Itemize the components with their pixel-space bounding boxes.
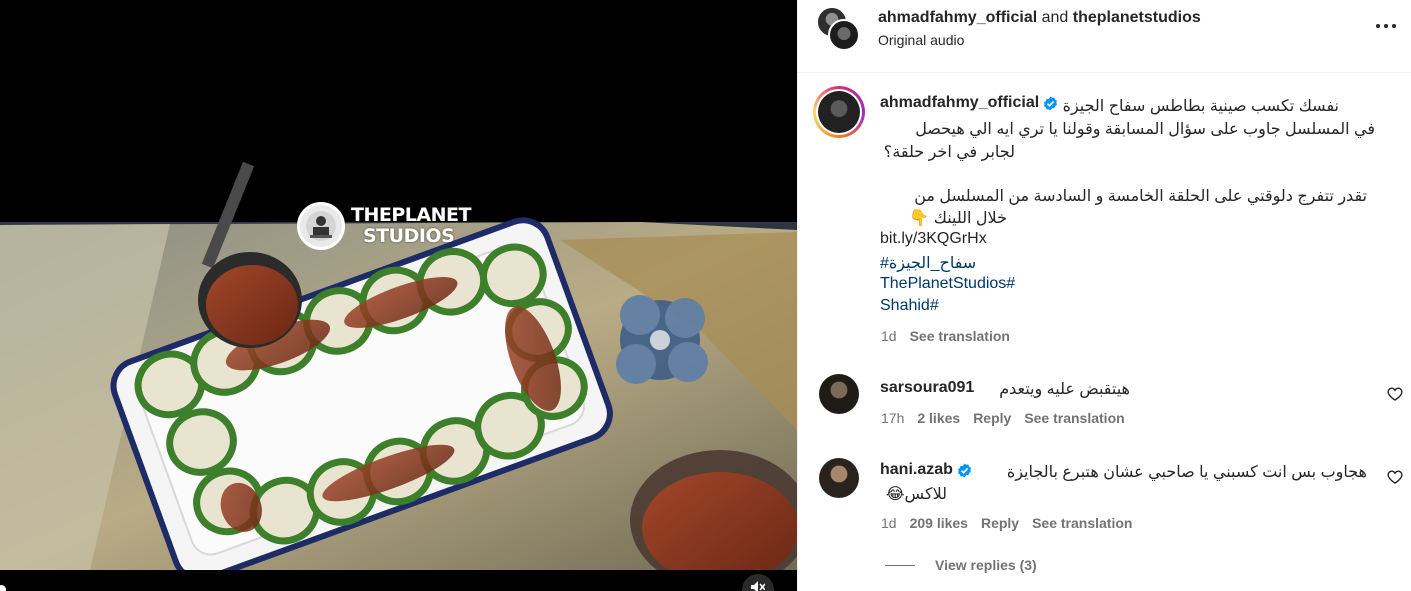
author-link[interactable]: ahmadfahmy_official (878, 9, 1037, 26)
post-details-panel: ahmadfahmy_official and theplanetstudios… (797, 0, 1411, 591)
video-player[interactable]: THEPLANET STUDIOS (0, 0, 797, 591)
divider (885, 564, 915, 566)
avatar[interactable] (819, 458, 859, 498)
caption-line: نفسك تكسب صينية بطاطس سفاح الجيزة (1062, 98, 1339, 115)
dot (1384, 24, 1388, 28)
comment-text: للاكس😂 (885, 486, 947, 503)
hashtag-link[interactable]: ThePlanetStudios# (880, 275, 1015, 293)
comment-username[interactable]: sarsoura091 (880, 379, 974, 397)
caption-line: في المسلسل جاوب على سؤال المسابقة وقولنا… (915, 121, 1375, 138)
verified-badge-icon (1044, 95, 1058, 111)
caption-link[interactable]: bit.ly/3KQGrHx (880, 230, 987, 248)
post-header: ahmadfahmy_official and theplanetstudios… (798, 0, 1411, 73)
caption-line: لجابر في اخر حلقة؟ (883, 144, 1015, 161)
avatar (818, 91, 860, 133)
heart-icon[interactable] (1387, 469, 1403, 485)
more-options-button[interactable] (1372, 16, 1400, 36)
hashtag-link[interactable]: Shahid# (880, 297, 939, 315)
heart-icon[interactable] (1387, 386, 1403, 402)
post-authors: ahmadfahmy_official and theplanetstudios (878, 8, 1201, 27)
verified-badge-icon (957, 462, 971, 478)
comment-meta: 1d 209 likes Reply See translation (881, 515, 1132, 531)
collab-avatars[interactable] (817, 7, 863, 53)
video-frame (0, 0, 797, 591)
comment-time[interactable]: 17h (881, 410, 904, 426)
see-translation-button[interactable]: See translation (1032, 515, 1132, 531)
caption-meta: 1d See translation (881, 328, 1010, 344)
reply-button[interactable]: Reply (973, 410, 1011, 426)
dot (1392, 24, 1396, 28)
avatar[interactable] (819, 374, 859, 414)
conjunction: and (1041, 9, 1069, 26)
caption-line: تقدر تتفرج دلوقتي على الحلقة الخامسة و ا… (914, 188, 1367, 205)
view-replies-label: View replies (3) (935, 557, 1037, 573)
see-translation-button[interactable]: See translation (1024, 410, 1124, 426)
caption-username[interactable]: ahmadfahmy_official (880, 94, 1039, 112)
post-time[interactable]: 1d (881, 328, 897, 344)
caption-avatar-story-ring[interactable] (813, 86, 865, 138)
likes-count[interactable]: 209 likes (910, 515, 968, 531)
audio-link[interactable]: Original audio (878, 32, 964, 48)
comment-text: هجاوب بس انت كسبني يا صاحبي عشان هتبرع ب… (1006, 464, 1367, 481)
comment-text: هيتقبض عليه ويتعدم (999, 381, 1130, 398)
likes-count[interactable]: 2 likes (917, 410, 960, 426)
hashtag-link[interactable]: #سفاح_الجيزة (880, 253, 976, 273)
see-translation-button[interactable]: See translation (910, 328, 1010, 344)
comment-meta: 17h 2 likes Reply See translation (881, 410, 1125, 426)
watermark-line2: STUDIOS (363, 225, 455, 247)
caption-line: خلال اللينك 👇 (909, 210, 1007, 227)
author-link[interactable]: theplanetstudios (1073, 9, 1201, 26)
view-replies-button[interactable]: View replies (3) (885, 557, 1037, 573)
video-progress-handle[interactable] (0, 585, 6, 591)
comment-username[interactable]: hani.azab (880, 461, 953, 479)
speaker-muted-icon (751, 581, 765, 591)
comment-time[interactable]: 1d (881, 515, 897, 531)
dot (1376, 24, 1380, 28)
watermark-line1: THEPLANET (351, 204, 471, 226)
avatar[interactable] (828, 19, 860, 51)
studio-watermark: THEPLANET STUDIOS (297, 202, 471, 250)
reply-button[interactable]: Reply (981, 515, 1019, 531)
planet-studios-logo (297, 202, 345, 250)
